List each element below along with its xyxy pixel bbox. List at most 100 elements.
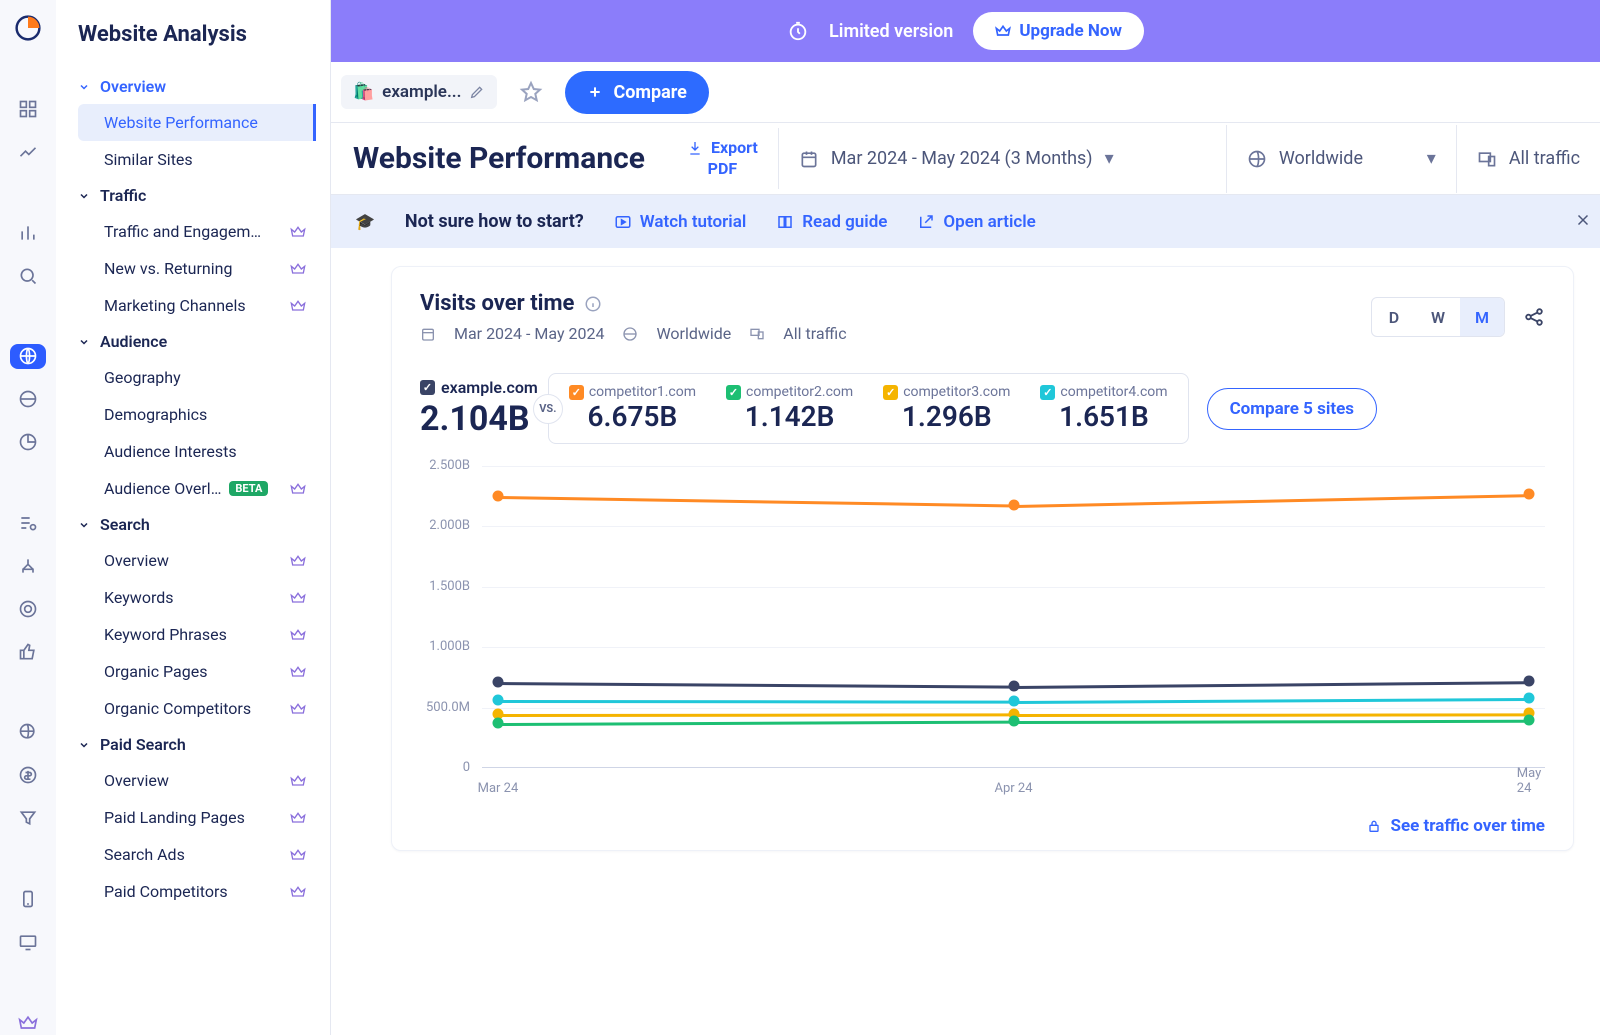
- dashboard-icon[interactable]: [10, 96, 46, 121]
- coin-icon[interactable]: [10, 763, 46, 788]
- nav-item[interactable]: Audience Interests: [78, 433, 316, 470]
- page-header: Website Performance Export PDF Mar 2024 …: [331, 122, 1600, 195]
- watch-tutorial-link[interactable]: Watch tutorial: [614, 212, 746, 232]
- read-guide-link[interactable]: Read guide: [776, 212, 887, 232]
- desktop-icon[interactable]: [10, 930, 46, 955]
- world-search-icon[interactable]: [10, 720, 46, 745]
- chart-point[interactable]: [1524, 692, 1535, 703]
- crown-icon: [290, 590, 306, 606]
- chart-point[interactable]: [492, 718, 503, 729]
- pencil-icon[interactable]: [469, 84, 485, 100]
- crown-icon: [290, 701, 306, 717]
- filter-icon[interactable]: [10, 806, 46, 831]
- help-bar: 🎓 Not sure how to start? Watch tutorial …: [331, 195, 1600, 248]
- info-icon[interactable]: [584, 295, 602, 313]
- checkbox-icon[interactable]: ✓: [569, 385, 584, 400]
- globe-icon[interactable]: [10, 344, 46, 369]
- geo-filter[interactable]: Worldwide ▾: [1227, 125, 1457, 193]
- gran-month[interactable]: M: [1460, 298, 1504, 336]
- crown-icon: [290, 847, 306, 863]
- share-icon[interactable]: [1523, 306, 1545, 328]
- nav-item[interactable]: Paid Landing Pages: [78, 799, 316, 836]
- nav-item[interactable]: Keyword Phrases: [78, 616, 316, 653]
- chart-point[interactable]: [1524, 714, 1535, 725]
- nav-group-header[interactable]: Audience: [78, 324, 330, 359]
- compare-button[interactable]: Compare: [565, 71, 708, 114]
- x-tick-label: May 24: [1517, 766, 1541, 796]
- favorite-button[interactable]: [511, 72, 551, 112]
- chart-point[interactable]: [492, 491, 503, 502]
- nav-item[interactable]: Paid Competitors: [78, 873, 316, 910]
- traffic-filter[interactable]: All traffic: [1457, 125, 1600, 193]
- chart-point[interactable]: [1008, 715, 1019, 726]
- chart-point[interactable]: [1524, 676, 1535, 687]
- upgrade-button[interactable]: Upgrade Now: [973, 12, 1144, 50]
- chart-point[interactable]: [1008, 695, 1019, 706]
- nav-item[interactable]: New vs. Returning: [78, 250, 316, 287]
- tree-icon[interactable]: [10, 553, 46, 578]
- nav-item[interactable]: Marketing Channels: [78, 287, 316, 324]
- checkbox-icon[interactable]: ✓: [883, 385, 898, 400]
- chart-point[interactable]: [492, 677, 503, 688]
- nav-item[interactable]: Search Ads: [78, 836, 316, 873]
- nav-group-header[interactable]: Overview: [78, 69, 330, 104]
- gran-week[interactable]: W: [1416, 298, 1460, 336]
- compare-5-button[interactable]: Compare 5 sites: [1207, 388, 1377, 430]
- search-globe-icon[interactable]: [10, 263, 46, 288]
- own-site-col: ✓example.com 2.104B: [420, 378, 548, 439]
- chart-point[interactable]: [1008, 680, 1019, 691]
- checkbox-icon[interactable]: ✓: [1040, 385, 1055, 400]
- nav-item[interactable]: Keywords: [78, 579, 316, 616]
- crown-icon[interactable]: [10, 1010, 46, 1035]
- chart-line: [1013, 713, 1529, 717]
- traffic-filter-label: All traffic: [1509, 148, 1580, 169]
- gran-day[interactable]: D: [1372, 298, 1416, 336]
- see-traffic-link[interactable]: See traffic over time: [420, 816, 1545, 836]
- nav-group-header[interactable]: Paid Search: [78, 727, 330, 762]
- y-tick-label: 500.0M: [420, 700, 470, 715]
- list-search-icon[interactable]: [10, 510, 46, 535]
- close-icon[interactable]: [1574, 211, 1592, 229]
- open-article-link[interactable]: Open article: [917, 212, 1035, 232]
- chevron-down-icon: [78, 190, 92, 202]
- chart-point[interactable]: [1008, 499, 1019, 510]
- nav-group-header[interactable]: Traffic: [78, 178, 330, 213]
- nav-item[interactable]: Website Performance: [78, 104, 316, 141]
- nav-item[interactable]: Demographics: [78, 396, 316, 433]
- nav-item[interactable]: Geography: [78, 359, 316, 396]
- checkbox-icon[interactable]: ✓: [726, 385, 741, 400]
- chart-area: [482, 466, 1545, 768]
- pie-icon[interactable]: [10, 430, 46, 455]
- nav-item[interactable]: Organic Pages: [78, 653, 316, 690]
- y-tick-label: 1.500B: [420, 579, 470, 594]
- nav-item[interactable]: Overview: [78, 542, 316, 579]
- globe-icon: [1247, 149, 1267, 169]
- export-button[interactable]: Export PDF: [667, 128, 779, 190]
- icon-rail: [0, 0, 56, 1035]
- limited-label: Limited version: [829, 21, 953, 42]
- nav-item[interactable]: Organic Competitors: [78, 690, 316, 727]
- legend-row: ✓example.com 2.104B VS. ✓competitor1.com…: [420, 373, 1545, 444]
- globe-alt-icon[interactable]: [10, 387, 46, 412]
- crown-icon: [290, 481, 306, 497]
- date-filter[interactable]: Mar 2024 - May 2024 (3 Months) ▾: [779, 125, 1227, 193]
- checkbox-icon[interactable]: ✓: [420, 380, 435, 395]
- target-icon[interactable]: [10, 596, 46, 621]
- barchart-icon[interactable]: [10, 220, 46, 245]
- chart-point[interactable]: [492, 695, 503, 706]
- caret-down-icon: ▾: [1105, 148, 1114, 169]
- nav-item[interactable]: Similar Sites: [78, 141, 316, 178]
- nav-item[interactable]: Audience Overl…BETA: [78, 470, 316, 507]
- nav-item[interactable]: Traffic and Engagem…: [78, 213, 316, 250]
- trend-icon[interactable]: [10, 140, 46, 165]
- thumbs-up-icon[interactable]: [10, 639, 46, 664]
- card-title: Visits over time: [420, 291, 847, 316]
- mobile-icon[interactable]: [10, 886, 46, 911]
- site-chip[interactable]: 🛍️ example...: [341, 75, 497, 109]
- plus-icon: [587, 84, 603, 100]
- chart-line: [1013, 494, 1529, 508]
- nav-item[interactable]: Overview: [78, 762, 316, 799]
- nav-group-header[interactable]: Search: [78, 507, 330, 542]
- chart-point[interactable]: [1524, 488, 1535, 499]
- beta-badge: BETA: [229, 481, 268, 496]
